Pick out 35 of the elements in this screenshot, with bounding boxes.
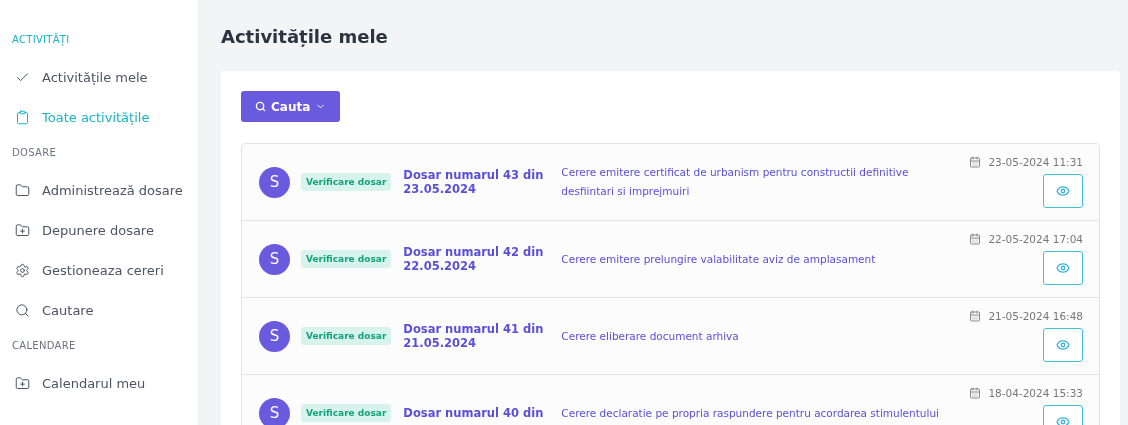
activity-description: Cerere declaratie pe propria raspundere pentru acordarea stimulentului <box>561 405 940 421</box>
activity-row[interactable]: S Verificare dosar Dosar numarul 40 din Cerere declaratie pe propria raspundere pentru acordarea stimulentului 18-04-2024 15:33 <box>242 375 1099 425</box>
page-title: Activitățile mele <box>221 26 389 47</box>
status-badge: Verificare dosar <box>301 404 392 422</box>
sidebar-item[interactable]: Cautare <box>0 290 198 330</box>
activity-description: Cerere emitere prelungire valabilitate aviz de amplasament <box>561 251 877 267</box>
activity-date: 21-05-2024 16:48 <box>988 310 1083 322</box>
avatar: S <box>259 397 290 425</box>
section-heading: DOSARE <box>11 147 57 158</box>
avatar: S <box>259 243 290 275</box>
activity-row[interactable]: S Verificare dosar Dosar numarul 43 din 23.05.2024 Cerere emitere certificat de urbanism pentru constructii definitive desfiintari si imprejmuiri 23-05-2024 11:31 <box>242 144 1099 221</box>
avatar: S <box>259 166 290 198</box>
activity-title: Dosar numarul 42 din 22.05.2024 <box>403 245 545 273</box>
status-badge: Verificare dosar <box>301 327 392 345</box>
activity-row[interactable]: S Verificare dosar Dosar numarul 42 din 22.05.2024 Cerere emitere prelungire valabilitate aviz de amplasament 22-05-2024 17:04 <box>242 221 1099 298</box>
activity-description: Cerere eliberare document arhiva <box>561 328 740 344</box>
activity-row[interactable]: S Verificare dosar Dosar numarul 41 din 21.05.2024 Cerere eliberare document arhiva 21-05-2024 16:48 <box>242 298 1099 375</box>
activity-title: Dosar numarul 41 din 21.05.2024 <box>403 322 545 350</box>
sidebar-item[interactable]: Administrează dosare <box>0 170 198 210</box>
activity-date: 18-04-2024 15:33 <box>988 387 1083 399</box>
sidebar-item[interactable]: Depunere dosare <box>0 210 198 250</box>
activity-date: 23-05-2024 11:31 <box>988 156 1083 168</box>
avatar: S <box>259 320 290 352</box>
activity-title: Dosar numarul 40 din <box>403 406 545 420</box>
sidebar-item[interactable]: Calendarul meu <box>0 363 198 403</box>
status-badge: Verificare dosar <box>301 173 392 191</box>
sidebar-item[interactable]: Activitățile mele <box>0 57 198 97</box>
activity-title: Dosar numarul 43 din 23.05.2024 <box>403 168 545 196</box>
activity-date: 22-05-2024 17:04 <box>988 233 1083 245</box>
search-button[interactable]: Cauta <box>241 91 341 122</box>
sidebar-item[interactable]: Gestioneaza cereri <box>0 250 198 290</box>
section-heading: ACTIVITĂȚI <box>11 34 71 45</box>
section-heading: CALENDARE <box>11 340 77 351</box>
status-badge: Verificare dosar <box>301 250 392 268</box>
activity-description: Cerere emitere certificat de urbanism pentru constructii definitive desfiintari si imprejmuiri <box>561 165 910 199</box>
